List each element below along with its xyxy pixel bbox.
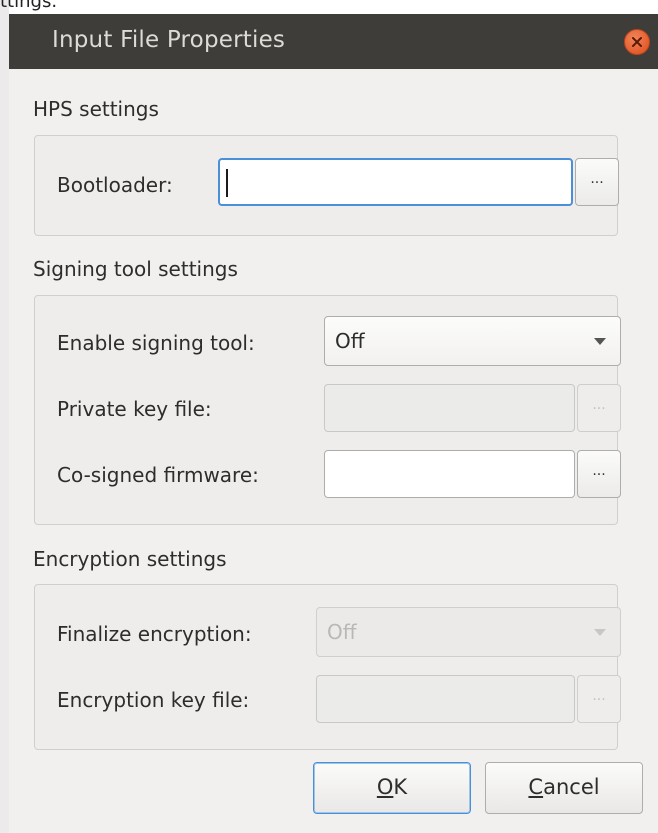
encryption-key-file-browse-button[interactable]: ... xyxy=(577,675,621,723)
close-icon xyxy=(632,37,642,47)
ok-label-rest: K xyxy=(393,775,408,799)
private-key-file-label: Private key file: xyxy=(57,397,212,421)
bootloader-browse-button[interactable]: ... xyxy=(575,158,619,206)
ok-mnemonic: O xyxy=(376,775,394,799)
private-key-file-browse-button[interactable]: ... xyxy=(577,384,621,432)
enable-signing-tool-label: Enable signing tool: xyxy=(57,331,255,355)
dialog-title: Input File Properties xyxy=(52,27,286,53)
finalize-encryption-select[interactable]: Off xyxy=(316,607,621,657)
encryption-settings-group: Finalize encryption: Off Encryption key … xyxy=(34,584,621,750)
chevron-down-icon xyxy=(594,629,606,636)
cancel-button[interactable]: Cancel xyxy=(485,762,643,814)
co-signed-firmware-browse-button[interactable]: ... xyxy=(577,450,621,498)
hps-settings-heading: HPS settings xyxy=(33,97,159,121)
input-file-properties-dialog: Input File Properties HPS settings Bootl… xyxy=(9,14,658,833)
hps-settings-group: Bootloader: ... xyxy=(34,135,619,236)
encryption-key-file-input[interactable] xyxy=(316,675,575,723)
signing-tool-settings-heading: Signing tool settings xyxy=(33,257,238,281)
private-key-file-input[interactable] xyxy=(324,384,575,432)
encryption-settings-heading: Encryption settings xyxy=(33,547,227,571)
close-button[interactable] xyxy=(624,29,650,55)
enable-signing-tool-select[interactable]: Off xyxy=(324,316,621,366)
cancel-mnemonic: C xyxy=(528,775,544,799)
finalize-encryption-label: Finalize encryption: xyxy=(57,622,252,646)
signing-tool-settings-group: Enable signing tool: Off Private key fil… xyxy=(34,295,621,525)
bootloader-label: Bootloader: xyxy=(57,173,173,197)
chevron-down-icon xyxy=(594,338,606,345)
co-signed-firmware-input[interactable] xyxy=(324,450,575,498)
background-window-edge xyxy=(0,0,9,833)
ok-button[interactable]: OK xyxy=(313,762,471,814)
enable-signing-tool-value: Off xyxy=(335,329,365,353)
co-signed-firmware-label: Co-signed firmware: xyxy=(57,463,259,487)
title-bar[interactable]: Input File Properties xyxy=(9,14,658,69)
text-caret xyxy=(226,169,228,197)
finalize-encryption-value: Off xyxy=(327,620,357,644)
cancel-label-rest: ancel xyxy=(543,775,600,799)
background-text: ttings. xyxy=(0,0,58,12)
encryption-key-file-label: Encryption key file: xyxy=(57,688,250,712)
bootloader-input[interactable] xyxy=(218,158,573,206)
